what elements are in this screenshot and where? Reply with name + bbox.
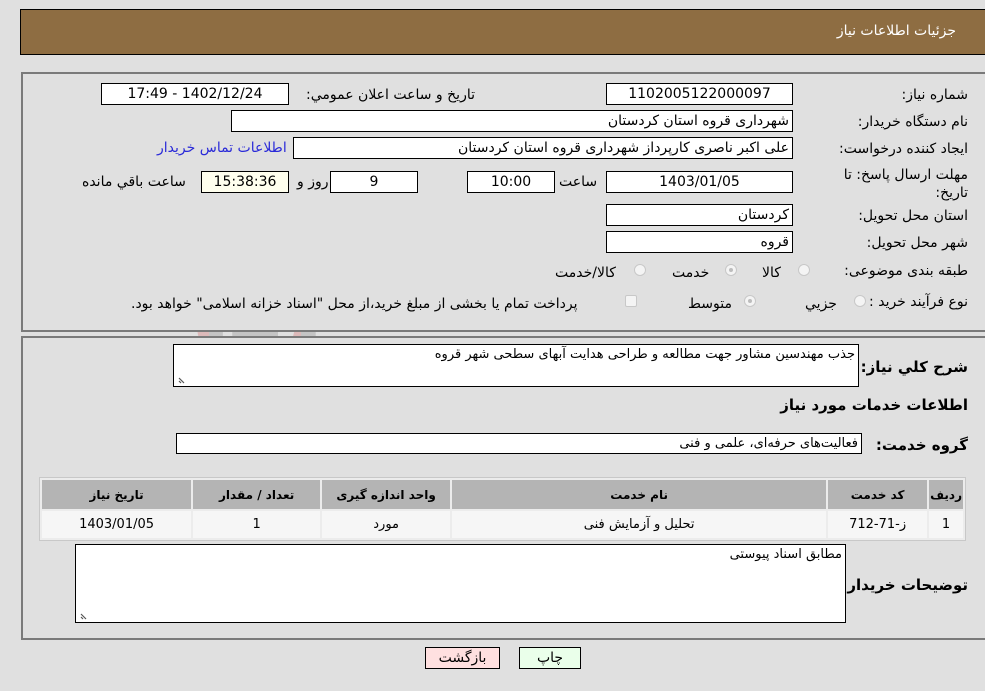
cell-service-name: تحلیل و آزمایش فنی [452,511,827,538]
col-unit: واحد اندازه گیری [322,480,451,509]
resize-grip-icon[interactable] [79,610,89,620]
announce-datetime-field: 1402/12/24 - 17:49 [101,83,289,105]
remaining-time-field: 15:38:36 [201,171,289,193]
col-row-number: ردیف [929,480,963,509]
requester-label: ایجاد کننده درخواست: [839,141,968,157]
treasury-bonds-checkbox[interactable] [625,295,637,307]
days-label: روز و [297,174,329,190]
page-title: جزئیات اطلاعات نیاز [836,23,956,39]
delivery-province-field: کردستان [606,204,793,226]
remaining-time-label: ساعت باقي مانده [82,174,186,190]
need-number-field: 1102005122000097 [606,83,793,105]
description-textarea[interactable]: جذب مهندسین مشاور جهت مطالعه و طراحی هدا… [173,344,859,387]
buyer-org-label: نام دستگاه خریدار: [857,114,968,130]
cell-unit: مورد [322,511,451,538]
category-radio-service[interactable] [725,264,737,276]
purchase-type-radio-minor[interactable] [854,295,866,307]
announce-datetime-label: تاریخ و ساعت اعلان عمومي: [306,87,475,103]
service-group-field: فعالیت‌های حرفه‌ای، علمی و فنی [176,433,862,454]
page-header: جزئیات اطلاعات نیاز [20,9,985,55]
purchase-type-radio-medium[interactable] [744,295,756,307]
remaining-days-field: 9 [330,171,418,193]
deadline-time-label: ساعت [559,174,598,190]
resize-grip-icon[interactable] [177,374,187,384]
category-option-goods-service: کالا/خدمت [555,265,616,281]
category-option-goods: کالا [762,265,781,281]
table-row: 1 ز-71-712 تحلیل و آزمایش فنی مورد 1 140… [42,511,963,538]
col-service-code: کد خدمت [828,480,928,509]
purchase-type-option-minor: جزيي [805,296,837,312]
print-button[interactable]: چاپ [519,647,581,669]
delivery-city-label: شهر محل تحویل: [866,235,968,251]
treasury-bonds-note: پرداخت تمام یا بخشی از مبلغ خرید،از محل … [131,296,578,312]
delivery-province-label: استان محل تحویل: [858,208,968,224]
cell-quantity: 1 [193,511,321,538]
service-group-label: گروه خدمت: [875,436,968,454]
category-option-service: خدمت [672,265,710,281]
description-text: جذب مهندسین مشاور جهت مطالعه و طراحی هدا… [434,347,855,362]
deadline-date-field: 1403/01/05 [606,171,793,193]
deadline-label: مهلت ارسال پاسخ: تا تاریخ: [843,167,968,201]
category-label: طبقه بندی موضوعی: [844,263,968,279]
category-radio-goods[interactable] [798,264,810,276]
buyer-notes-textarea[interactable]: مطابق اسناد پیوستی [75,544,846,623]
col-service-name: نام خدمت [452,480,827,509]
deadline-time-field: 10:00 [467,171,555,193]
buyer-notes-label: توضیحات خریدار: [841,576,968,594]
cell-service-code: ز-71-712 [828,511,928,538]
buyer-contact-link[interactable]: اطلاعات تماس خریدار [157,140,287,156]
back-button[interactable]: بازگشت [425,647,500,669]
cell-row-number: 1 [929,511,963,538]
buyer-org-field: شهرداری قروه استان کردستان [231,110,793,132]
cell-need-date: 1403/01/05 [42,511,192,538]
buyer-notes-text: مطابق اسناد پیوستی [729,547,842,562]
requester-field: علی اکبر ناصری کارپرداز شهرداری قروه است… [293,137,793,159]
col-need-date: تاریخ نیاز [42,480,192,509]
col-quantity: تعداد / مقدار [193,480,321,509]
purchase-type-label: نوع فرآیند خرید : [869,294,968,310]
table-header-row: ردیف کد خدمت نام خدمت واحد اندازه گیری ت… [42,480,963,509]
delivery-city-field: قروه [606,231,793,253]
category-radio-goods-service[interactable] [634,264,646,276]
purchase-type-option-medium: متوسط [688,296,732,312]
services-table: ردیف کد خدمت نام خدمت واحد اندازه گیری ت… [39,477,966,541]
description-label: شرح کلي نياز: [860,358,968,376]
need-number-label: شماره نیاز: [901,87,969,103]
services-section-title: اطلاعات خدمات مورد نياز [780,396,968,414]
